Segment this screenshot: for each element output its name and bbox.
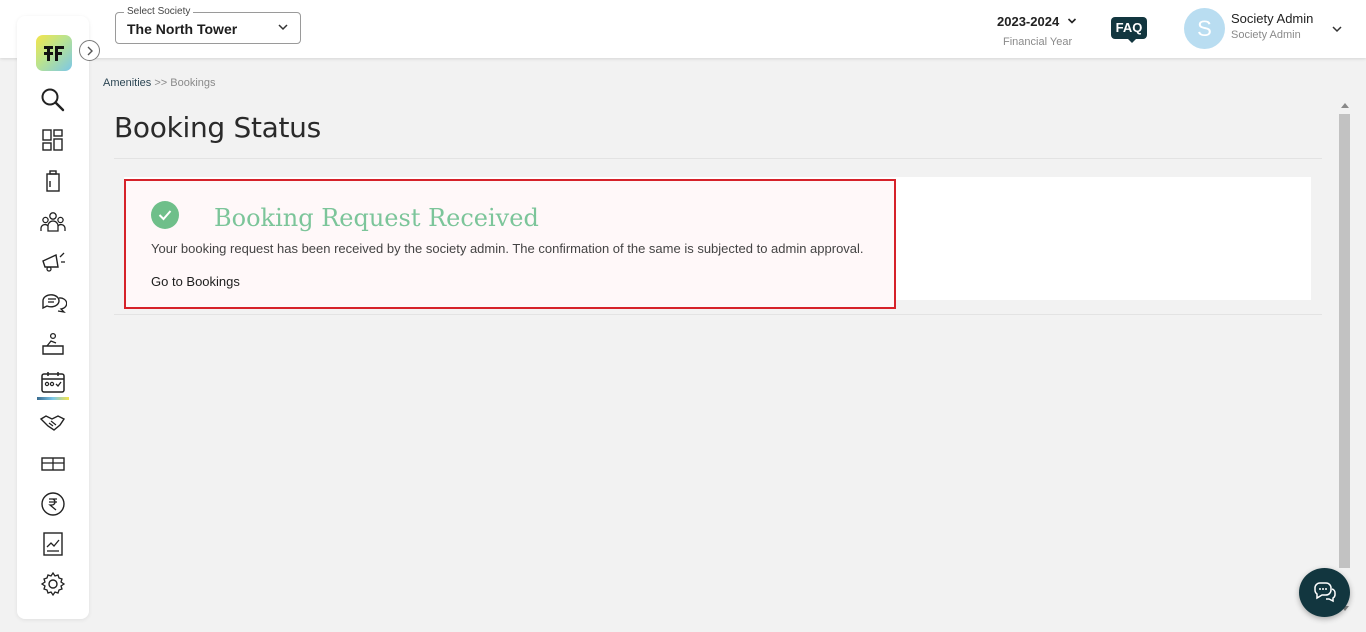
scrollbar-thumb[interactable] bbox=[1339, 114, 1350, 568]
chevron-down-icon bbox=[278, 24, 288, 31]
success-check-icon bbox=[151, 201, 179, 229]
status-message: Your booking request has been received b… bbox=[151, 241, 864, 256]
chat-icon[interactable] bbox=[39, 289, 67, 317]
user-role: Society Admin bbox=[1231, 29, 1301, 41]
society-select-label: Select Society bbox=[124, 6, 194, 17]
sidebar-toggle-button[interactable] bbox=[79, 40, 100, 61]
top-bar: Select Society The North Tower 2023-2024… bbox=[0, 0, 1366, 58]
settings-icon[interactable] bbox=[39, 570, 67, 598]
divider bbox=[114, 314, 1322, 315]
breadcrumb-link-amenities[interactable]: Amenities bbox=[103, 77, 151, 89]
breadcrumb-separator: >> bbox=[154, 77, 168, 89]
members-icon[interactable] bbox=[39, 208, 67, 236]
parcel-icon[interactable] bbox=[39, 450, 67, 478]
amenities-calendar-icon[interactable] bbox=[39, 369, 67, 397]
support-chat-button[interactable] bbox=[1299, 568, 1350, 617]
user-menu-chevron-icon[interactable] bbox=[1331, 23, 1343, 35]
faq-button[interactable]: FAQ bbox=[1111, 17, 1147, 39]
chevron-down-icon bbox=[1067, 18, 1077, 24]
financial-year-value: 2023-2024 bbox=[997, 14, 1060, 29]
search-icon[interactable] bbox=[39, 86, 67, 114]
logo-mark-icon bbox=[44, 46, 64, 61]
avatar[interactable]: S bbox=[1184, 8, 1225, 49]
divider bbox=[114, 158, 1322, 159]
financial-year-selector[interactable]: 2023-2024 Financial Year bbox=[997, 13, 1081, 48]
handshake-icon[interactable] bbox=[39, 409, 67, 437]
user-name: Society Admin bbox=[1231, 11, 1314, 26]
announcement-icon[interactable] bbox=[39, 248, 67, 276]
financial-year-label: Financial Year bbox=[1003, 36, 1073, 48]
scroll-up-arrow-icon[interactable] bbox=[1341, 103, 1349, 108]
app-logo[interactable] bbox=[36, 35, 72, 71]
dashboard-icon[interactable] bbox=[39, 126, 67, 154]
go-to-bookings-link[interactable]: Go to Bookings bbox=[151, 274, 240, 289]
building-icon[interactable] bbox=[39, 167, 67, 195]
status-heading: Booking Request Received bbox=[214, 204, 539, 232]
rupee-icon[interactable] bbox=[39, 490, 67, 518]
society-select-value: The North Tower bbox=[127, 21, 238, 37]
faq-bubble-tail bbox=[1127, 38, 1137, 43]
reports-icon[interactable] bbox=[39, 530, 67, 558]
breadcrumb-current: Bookings bbox=[170, 77, 216, 89]
society-select[interactable]: Select Society The North Tower bbox=[115, 6, 301, 44]
chat-bubble-icon bbox=[1314, 582, 1336, 603]
breadcrumb: Amenities >> Bookings bbox=[103, 77, 216, 89]
sidebar bbox=[17, 16, 89, 619]
helpdesk-icon[interactable] bbox=[39, 330, 67, 358]
active-nav-indicator bbox=[37, 397, 69, 400]
page-title: Booking Status bbox=[114, 111, 321, 144]
chevron-right-icon bbox=[87, 46, 93, 56]
